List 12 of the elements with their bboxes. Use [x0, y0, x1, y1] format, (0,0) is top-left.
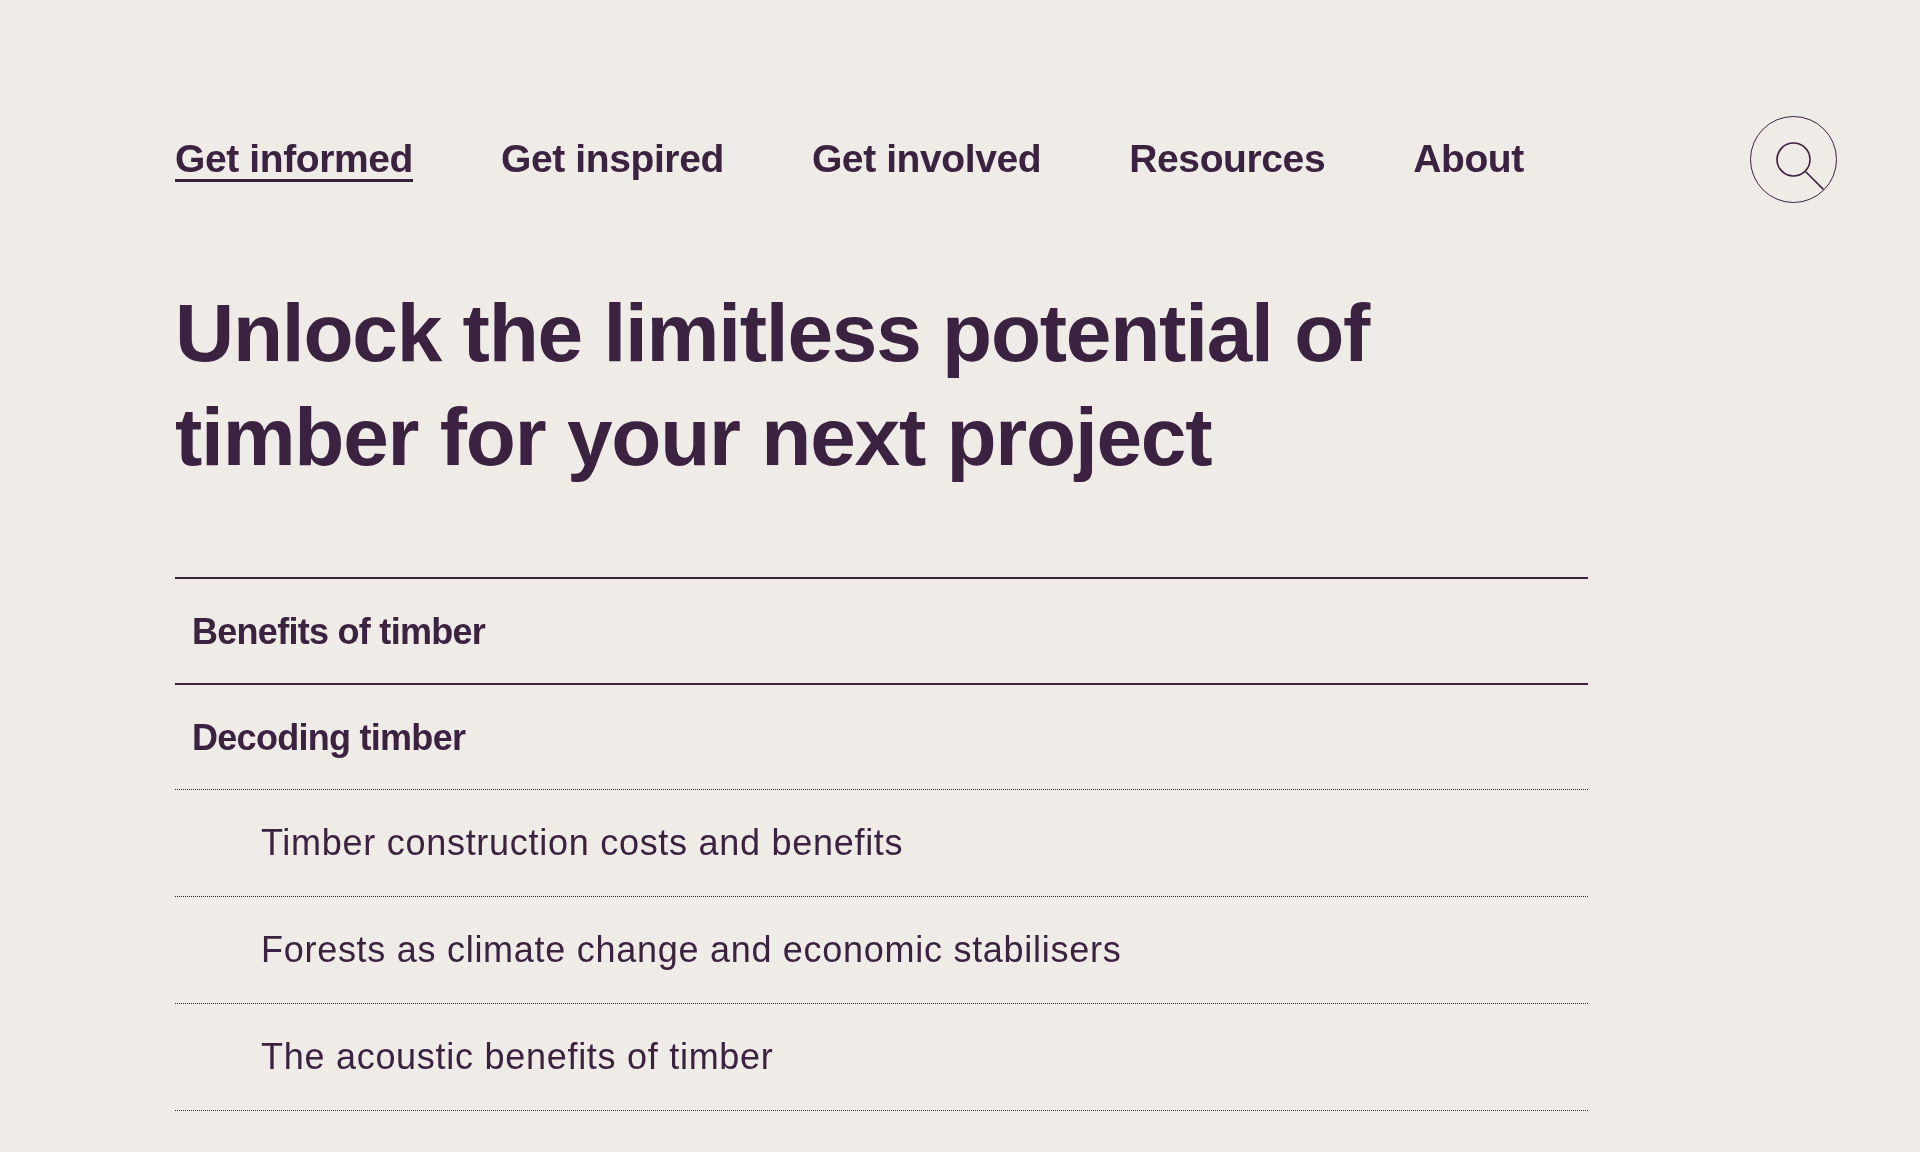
nav-link[interactable]: Resources [1129, 136, 1326, 183]
section-link[interactable]: Benefits of timber [192, 611, 486, 652]
page-heading: Unlock the limitless potential of timber for your next project [175, 286, 1372, 484]
nav-link[interactable]: Get informed [175, 136, 413, 183]
nav-link[interactable]: Get inspired [501, 136, 724, 183]
subsection-link[interactable]: Timber construction costs and benefits [261, 822, 904, 863]
nav-link[interactable]: Get involved [811, 136, 1042, 183]
section-link[interactable]: Decoding timber [192, 717, 466, 758]
subsection-link[interactable]: The acoustic benefits of timber [261, 1036, 774, 1077]
subsection-link[interactable]: Forests as climate change and economic stabilisers [261, 929, 1122, 970]
search-icon [1775, 141, 1824, 190]
nav-link[interactable]: About [1413, 136, 1524, 183]
